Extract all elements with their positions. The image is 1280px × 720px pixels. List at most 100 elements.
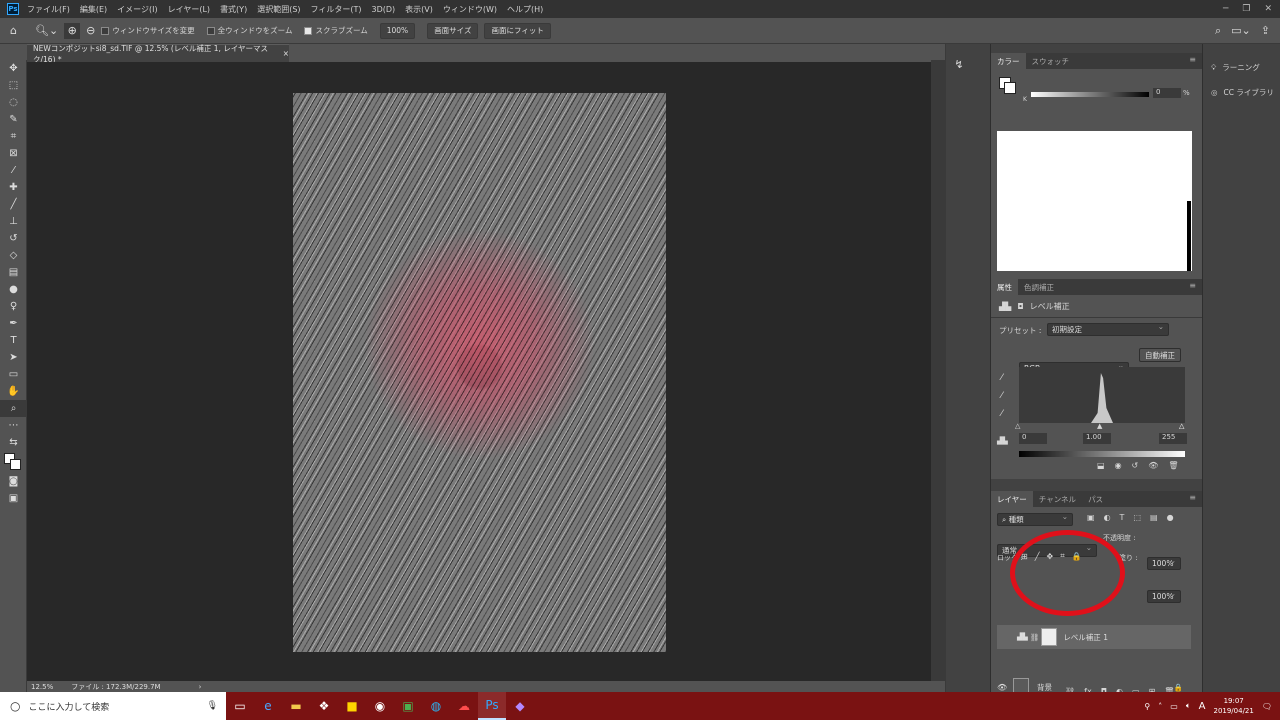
- layer-name[interactable]: 背景: [1037, 682, 1052, 693]
- marquee-tool-icon[interactable]: ⬚: [0, 77, 27, 94]
- task-view-icon[interactable]: ▭: [226, 692, 254, 720]
- pen-tool-icon[interactable]: ✒: [0, 315, 27, 332]
- restore-icon[interactable]: ❐: [1242, 4, 1250, 14]
- black-point-slider[interactable]: △: [1015, 422, 1020, 430]
- panel-menu-icon[interactable]: ≡: [1189, 493, 1196, 502]
- clip-to-layer-icon[interactable]: ⬓: [1097, 461, 1105, 470]
- sticky-notes-icon[interactable]: ■: [338, 692, 366, 720]
- zoom-tool-icon[interactable]: ⌕: [0, 400, 27, 417]
- ime-indicator[interactable]: A: [1199, 701, 1206, 712]
- black-eyedropper-icon[interactable]: ⁄: [1001, 373, 1003, 383]
- libraries-button[interactable]: ◎ CC ライブラリ: [1211, 87, 1280, 98]
- filter-pixel-icon[interactable]: ▣: [1087, 513, 1095, 522]
- input-white[interactable]: 255: [1159, 433, 1187, 444]
- type-tool-icon[interactable]: T: [0, 332, 27, 349]
- zoom-all-checkbox[interactable]: 全ウィンドウをズーム: [206, 25, 292, 36]
- network-icon[interactable]: ▭: [1170, 702, 1178, 711]
- workspace-icon[interactable]: ▭⌄: [1231, 24, 1251, 38]
- menu-image[interactable]: イメージ(I): [117, 4, 157, 15]
- menu-file[interactable]: ファイル(F): [27, 4, 70, 15]
- fill-input[interactable]: 100%: [1147, 589, 1181, 603]
- minimize-icon[interactable]: ─: [1223, 4, 1228, 14]
- clock[interactable]: 19:07 2019/04/21: [1213, 696, 1253, 716]
- close-icon[interactable]: ✕: [1264, 4, 1272, 14]
- reset-icon[interactable]: ↺: [1132, 461, 1139, 470]
- color-ramp-black[interactable]: [1187, 201, 1191, 271]
- menu-select[interactable]: 選択範囲(S): [257, 4, 300, 15]
- menu-layer[interactable]: レイヤー(L): [168, 4, 210, 15]
- color-swatches[interactable]: [0, 451, 27, 473]
- shape-tool-icon[interactable]: ▭: [0, 366, 27, 383]
- status-menu-arrow[interactable]: ›: [199, 683, 202, 691]
- layer-mask-thumbnail[interactable]: [1041, 628, 1058, 646]
- screen-mode-icon[interactable]: ▣: [0, 490, 27, 507]
- k-value[interactable]: 0: [1153, 88, 1181, 98]
- share-icon[interactable]: ⇪: [1261, 24, 1270, 38]
- layer-name[interactable]: レベル補正 1: [1063, 632, 1108, 643]
- swap-colors-icon[interactable]: ⇆: [0, 434, 27, 451]
- people-icon[interactable]: ⚲: [1144, 702, 1150, 711]
- filter-type-icon[interactable]: T: [1120, 513, 1125, 522]
- preset-dropdown[interactable]: 初期設定: [1047, 322, 1169, 336]
- path-select-icon[interactable]: ➤: [0, 349, 27, 366]
- zoom-level[interactable]: 12.5%: [31, 683, 53, 691]
- lasso-tool-icon[interactable]: ◌: [0, 94, 27, 111]
- blur-tool-icon[interactable]: ●: [0, 281, 27, 298]
- notifications-icon[interactable]: 🗨︎: [1262, 702, 1272, 711]
- nebula-image[interactable]: [293, 93, 666, 652]
- white-eyedropper-icon[interactable]: ⁄: [1001, 409, 1003, 419]
- taskbar-search[interactable]: ○ ここに入力して検索 🎙︎: [0, 692, 226, 720]
- tab-properties[interactable]: 属性: [991, 279, 1018, 295]
- tab-color[interactable]: カラー: [991, 53, 1026, 69]
- gamma-slider[interactable]: ▲: [1097, 422, 1102, 430]
- close-tab-icon[interactable]: ×: [283, 49, 289, 58]
- input-gamma[interactable]: 1.00: [1083, 433, 1111, 444]
- frame-tool-icon[interactable]: ⊠: [0, 145, 27, 162]
- edge-icon[interactable]: e: [254, 692, 282, 720]
- healing-tool-icon[interactable]: ✚: [0, 179, 27, 196]
- gradient-tool-icon[interactable]: ▤: [0, 264, 27, 281]
- visibility-icon[interactable]: 👁: [1148, 461, 1158, 470]
- filter-shape-icon[interactable]: ⬚: [1133, 513, 1141, 522]
- document-tab[interactable]: NEWコンポジットsi8_sd.TIF @ 12.5% (レベル補正 1, レイ…: [27, 44, 289, 64]
- brush-tool-icon[interactable]: ╱: [0, 196, 27, 213]
- layer-filter-dropdown[interactable]: ⌕ 種類: [997, 512, 1073, 526]
- move-tool-icon[interactable]: ✥: [0, 60, 27, 77]
- zoom-out-icon[interactable]: ⊖: [86, 24, 95, 37]
- eraser-tool-icon[interactable]: ◇: [0, 247, 27, 264]
- tab-paths[interactable]: パス: [1082, 491, 1109, 507]
- fill-screen-button[interactable]: 画面にフィット: [484, 22, 551, 39]
- resize-windows-checkbox[interactable]: ウィンドウサイズを変更: [101, 25, 195, 36]
- delete-icon[interactable]: 🗑: [1168, 461, 1178, 470]
- creative-cloud-icon[interactable]: ☁: [450, 692, 478, 720]
- menu-type[interactable]: 書式(Y): [220, 4, 247, 15]
- tab-channels[interactable]: チャンネル: [1033, 491, 1082, 507]
- opacity-input[interactable]: 100%: [1147, 556, 1181, 570]
- quick-mask-icon[interactable]: ◙: [0, 473, 27, 490]
- input-black[interactable]: 0: [1019, 433, 1047, 444]
- app-green-icon[interactable]: ▣: [394, 692, 422, 720]
- menu-view[interactable]: 表示(V): [405, 4, 433, 15]
- menu-filter[interactable]: フィルター(T): [311, 4, 362, 15]
- output-levels-bar[interactable]: [1019, 451, 1185, 457]
- tab-swatches[interactable]: スウォッチ: [1026, 53, 1076, 69]
- app-icon[interactable]: ❖: [310, 692, 338, 720]
- white-point-slider[interactable]: △: [1179, 422, 1184, 430]
- tab-layers[interactable]: レイヤー: [991, 491, 1033, 507]
- panel-menu-icon[interactable]: ≡: [1189, 281, 1196, 290]
- volume-icon[interactable]: 🔈︎: [1186, 701, 1191, 711]
- quick-select-tool-icon[interactable]: ✎: [0, 111, 27, 128]
- menu-edit[interactable]: 編集(E): [80, 4, 107, 15]
- vertical-scrollbar[interactable]: [931, 60, 945, 681]
- menu-window[interactable]: ウィンドウ(W): [443, 4, 497, 15]
- history-brush-icon[interactable]: ↺: [0, 230, 27, 247]
- color-ramp[interactable]: [997, 131, 1192, 271]
- k-slider[interactable]: [1031, 92, 1149, 97]
- chevron-up-icon[interactable]: ˄: [1158, 702, 1162, 711]
- search-icon[interactable]: ⌕: [1215, 24, 1221, 38]
- background-color[interactable]: [1004, 82, 1016, 94]
- chrome-icon[interactable]: ◉: [366, 692, 394, 720]
- zoom-tool-preset-icon[interactable]: 🔍︎⌄: [35, 24, 58, 37]
- auto-levels-button[interactable]: 自動補正: [1139, 348, 1181, 362]
- scrubby-zoom-checkbox[interactable]: スクラブズーム: [304, 25, 368, 36]
